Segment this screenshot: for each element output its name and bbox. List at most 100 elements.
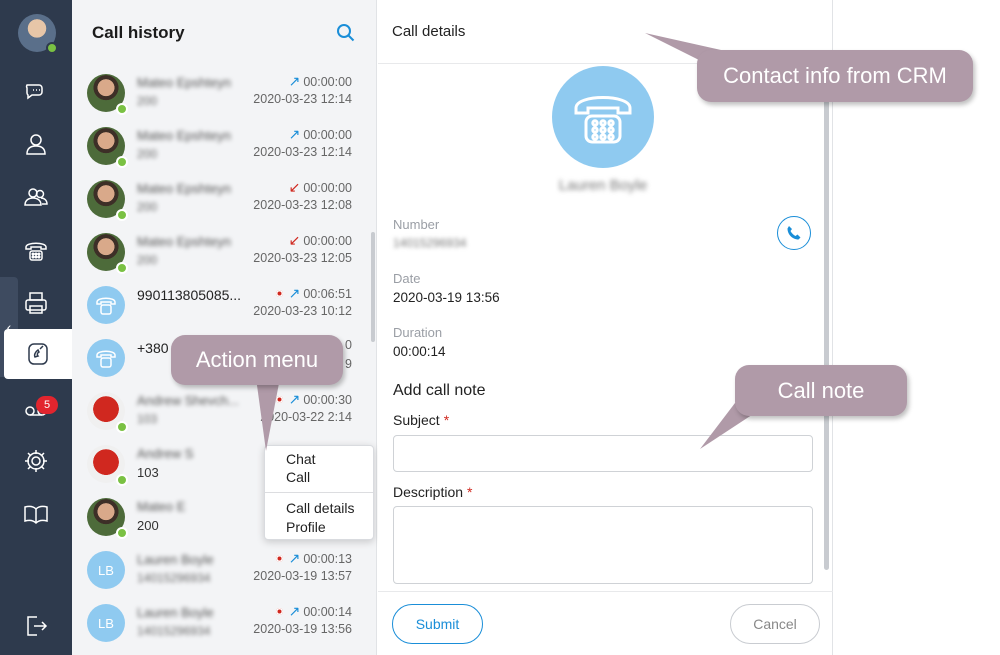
caller-name: Mateo Epshteyn: [137, 181, 231, 196]
logout-icon[interactable]: [0, 601, 72, 651]
voicemail-count-badge: 5: [36, 396, 58, 414]
call-history-row[interactable]: 990113805085... ↗ 00:06:51 2020-03-23 10:12: [72, 278, 370, 331]
subject-label-text: Subject: [393, 412, 440, 428]
incoming-call-icon: ↙: [288, 232, 301, 248]
contact-avatar: [87, 498, 128, 539]
caller-number: 103: [137, 412, 158, 426]
call-history-row[interactable]: Mateo Epshteyn 200 ↙ 00:00:00 2020-03-23 12:…: [72, 172, 370, 225]
call-history-row[interactable]: Mateo Epshteyn 200 ↗ 00:00:00 2020-03-23 12:…: [72, 119, 370, 172]
app-window: ‹ 5 Call history Mateo Epshteyn 200 ↗ 00:00…: [0, 0, 1000, 655]
caller-number: 103: [137, 465, 159, 480]
chat-bubbles-icon[interactable]: [0, 66, 72, 116]
history-scrollbar[interactable]: [371, 232, 375, 342]
call-datetime: 2020-03-19 13:56: [253, 622, 352, 636]
submit-button[interactable]: Submit: [392, 604, 483, 644]
contact-avatar: LB: [87, 551, 125, 589]
caller-number: 200: [137, 200, 158, 214]
navigation-rail: ‹ 5: [0, 0, 72, 655]
caller-number: 14015296934: [137, 571, 211, 585]
call-datetime: 2020-03-19 13:57: [253, 569, 352, 583]
call-history-row[interactable]: Mateo Epshteyn 200 ↙ 00:00:00 2020-03-23 12:…: [72, 225, 370, 278]
presence-indicator: [116, 209, 128, 221]
cancel-button[interactable]: Cancel: [730, 604, 820, 644]
presence-indicator: [116, 527, 128, 539]
caller-name: Lauren Boyle: [137, 605, 214, 620]
call-history-row[interactable]: Andrew Shevch... 103 ↗ 00:00:30 2020-03-22 2…: [72, 384, 370, 437]
date-label: Date: [393, 271, 421, 286]
call-datetime: 2020-03-23 12:05: [253, 251, 352, 265]
duration-text: 00:00:00: [303, 75, 352, 89]
search-icon[interactable]: [336, 23, 356, 43]
recording-icon: [275, 555, 283, 562]
duration-text: 00:00:00: [303, 181, 352, 195]
outgoing-call-icon: ↗: [288, 73, 301, 89]
call-note-callout: Call note: [735, 365, 907, 416]
phone-handset-icon: [574, 96, 632, 144]
duration-text: 00:06:51: [303, 287, 352, 301]
caller-name: Mateo Epshteyn: [137, 75, 231, 90]
menu-divider: [265, 492, 373, 493]
call-datetime: 2020-03-23 12:14: [253, 145, 352, 159]
call-duration: ↗ 00:06:51: [275, 285, 352, 302]
call-history-row[interactable]: LB Lauren Boyle 14015296934 ↗ 00:00:13 2020-0…: [72, 543, 370, 596]
call-datetime: 2020-03-23 12:08: [253, 198, 352, 212]
user-avatar[interactable]: [18, 14, 58, 54]
subject-label: Subject *: [393, 412, 449, 428]
dialpad-phone-icon[interactable]: [0, 225, 72, 275]
contact-avatar: [87, 74, 128, 115]
contact-icon[interactable]: [0, 119, 72, 169]
presence-indicator: [116, 474, 128, 486]
call-duration: 0: [345, 338, 352, 352]
required-marker: *: [443, 412, 450, 428]
call-datetime: 2020-03-23 10:12: [253, 304, 352, 318]
outgoing-call-icon: ↗: [288, 391, 301, 407]
number-label: Number: [393, 217, 440, 232]
avatar-initials: LB: [98, 562, 114, 578]
outgoing-call-icon: ↗: [288, 285, 301, 301]
phone-handset-icon: [96, 297, 116, 315]
presence-indicator: [116, 262, 128, 274]
outgoing-call-icon: ↗: [288, 603, 301, 619]
presence-indicator: [116, 103, 128, 115]
call-duration: ↗ 00:00:00: [289, 73, 352, 90]
contact-avatar: [552, 66, 654, 168]
date-value: 2020-03-19 13:56: [393, 290, 500, 305]
caller-number: 14015296934: [137, 624, 211, 638]
phone-icon: [787, 226, 801, 240]
duration-text: 00:00:00: [303, 128, 352, 142]
presence-indicator: [46, 42, 58, 54]
avatar-initials: LB: [98, 615, 114, 631]
contact-name: Lauren Boyle: [558, 177, 648, 194]
call-history-row[interactable]: LB Lauren Boyle 14015296934 ↗ 00:00:14 2020-0…: [72, 596, 370, 649]
contact-avatar: [87, 233, 128, 274]
call-button[interactable]: [777, 216, 811, 250]
duration-text: 00:00:30: [303, 393, 352, 407]
caller-name: Andrew Shevch...: [137, 393, 239, 408]
group-icon[interactable]: [0, 172, 72, 222]
description-label-text: Description: [393, 484, 464, 500]
caller-name: 990113805085...: [137, 287, 242, 303]
call-duration: ↗ 00:00:00: [289, 126, 352, 143]
call-history-icon[interactable]: [4, 329, 72, 379]
details-scrollbar[interactable]: [824, 100, 829, 570]
duration-text: 00:00:13: [303, 552, 352, 566]
menu-item-chat[interactable]: Chat: [286, 451, 316, 467]
contact-avatar: [87, 339, 125, 377]
call-history-row[interactable]: Mateo Epshteyn 200 ↗ 00:00:00 2020-03-23 12:…: [72, 66, 370, 119]
call-history-header: Call history: [72, 0, 376, 66]
menu-item-call-details[interactable]: Call details: [286, 500, 354, 516]
description-input[interactable]: [393, 506, 813, 584]
caller-number: 200: [137, 518, 159, 533]
call-duration: ↗ 00:00:14: [275, 603, 352, 620]
settings-icon[interactable]: [0, 436, 72, 486]
call-details-title: Call details: [392, 23, 466, 40]
crm-callout: Contact info from CRM: [697, 50, 973, 102]
contact-avatar: [87, 286, 125, 324]
book-icon[interactable]: [0, 489, 72, 539]
menu-item-profile[interactable]: Profile: [286, 519, 326, 535]
presence-indicator: [116, 421, 128, 433]
presence-indicator: [116, 156, 128, 168]
description-label: Description *: [393, 484, 472, 500]
menu-item-call[interactable]: Call: [286, 469, 310, 485]
recording-icon: [275, 608, 283, 615]
